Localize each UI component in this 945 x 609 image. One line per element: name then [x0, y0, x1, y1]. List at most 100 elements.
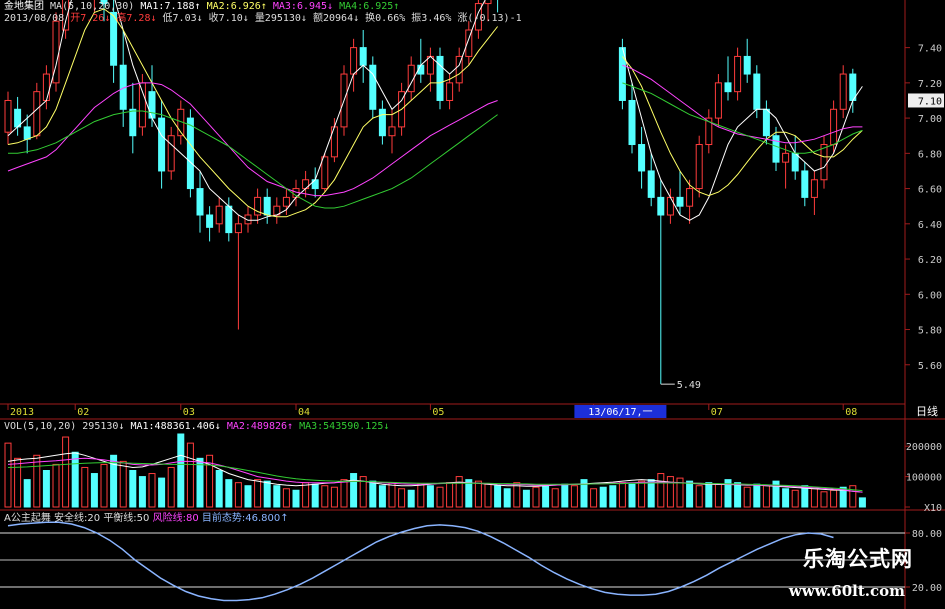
risk-line-label: 风险线:80	[152, 513, 199, 524]
close-value: 收7.10↓	[208, 13, 249, 24]
price-tick-label: 7.20	[918, 79, 942, 90]
candle-body	[839, 73, 847, 110]
volume-value: 量295130↓	[254, 13, 307, 24]
candle-body	[148, 91, 156, 119]
volume-bar	[830, 489, 838, 508]
min-price-label: 5.49	[677, 380, 701, 391]
volume-bar	[330, 486, 338, 508]
candle-body	[388, 126, 396, 137]
ma-label: MA(5,10,20,30)	[50, 1, 135, 12]
volume-bar	[282, 488, 290, 508]
volume-bar	[820, 491, 828, 508]
volume-bar	[167, 466, 175, 508]
amplitude-value: 振3.46%	[411, 13, 452, 24]
candle-body	[666, 196, 674, 216]
volume-header: VOL(5,10,20) 295130↓ MA1:488361.406↓ MA2…	[4, 421, 389, 433]
volume-bar	[388, 482, 396, 508]
candle-body	[158, 117, 166, 172]
volume-bar	[849, 485, 857, 508]
volume-bar	[801, 485, 809, 508]
volume-tick-label: 100000	[906, 473, 942, 484]
price-tick-label: 6.00	[918, 290, 942, 301]
volume-bar	[436, 486, 444, 508]
price-tick-label: 5.60	[918, 361, 942, 372]
candle-body	[830, 108, 838, 146]
candle-body	[129, 108, 137, 137]
candle-body	[686, 188, 694, 207]
volume-bar	[426, 485, 434, 508]
candle-body	[321, 156, 329, 190]
volume-bar	[311, 483, 319, 508]
volume-tick-label: X10	[924, 503, 942, 514]
volume-bar	[647, 479, 655, 508]
volume-bar	[503, 488, 511, 508]
volume-bar	[4, 442, 12, 508]
volume-bar	[158, 477, 166, 508]
candle-body	[263, 196, 271, 216]
candle-body	[446, 82, 454, 101]
volume-bar	[561, 483, 569, 508]
candle-body	[724, 82, 732, 93]
date-tick-label: 02	[77, 407, 89, 418]
indicator-tick-label: 20.00	[912, 583, 942, 594]
volume-bar	[14, 457, 22, 508]
volume-bar	[23, 479, 31, 508]
volume-bar	[743, 486, 751, 508]
candle-body	[225, 205, 233, 234]
volume-bar	[369, 480, 377, 508]
date-tick-label: 04	[298, 407, 310, 418]
volume-bar	[302, 482, 310, 508]
period-label: 日线	[916, 404, 938, 418]
price-tick-label: 6.60	[918, 185, 942, 196]
volume-bar	[542, 485, 550, 508]
volume-bar	[474, 480, 482, 508]
volume-tick-label: 200000	[906, 442, 942, 453]
volume-bar	[196, 457, 204, 508]
vol-ma2: MA2:489826↑	[226, 421, 294, 432]
price-tick-label: 7.00	[918, 114, 942, 125]
candle-body	[359, 47, 367, 66]
candle-body	[196, 188, 204, 216]
candle-body	[849, 73, 857, 101]
volume-bar	[782, 488, 790, 508]
candle-body	[714, 82, 722, 119]
volume-bar	[90, 473, 98, 508]
candle-body	[638, 144, 646, 172]
volume-bar	[753, 483, 761, 508]
volume-bar	[590, 488, 598, 508]
volume-bar	[522, 489, 530, 508]
bar-date: 2013/08/08	[4, 13, 65, 24]
volume-bar	[417, 483, 425, 508]
stock-name: 金地集团	[4, 1, 44, 12]
candle-body	[215, 205, 223, 225]
volume-bar	[138, 476, 146, 508]
change-value: 涨(-0.13)-1	[457, 13, 522, 24]
candle-body	[676, 196, 684, 207]
price-tick-label: 5.80	[918, 326, 942, 337]
indicator-name: A公主起舞	[4, 513, 51, 524]
candle-body	[138, 82, 146, 128]
vol-label: VOL(5,10,20)	[4, 421, 77, 432]
volume-bar	[532, 486, 540, 508]
watermark-site: www.60lt.com	[788, 582, 905, 600]
candle-body	[282, 196, 290, 207]
volume-bar	[62, 436, 70, 508]
candle-body	[4, 99, 12, 133]
candle-body	[378, 108, 386, 137]
candle-body	[791, 152, 799, 172]
volume-bar	[484, 483, 492, 508]
candle-body	[820, 144, 828, 181]
candle-body	[33, 91, 41, 137]
volume-bar	[71, 451, 79, 508]
ma3-value: MA3:6.945↓	[272, 1, 334, 12]
volume-bar	[695, 485, 703, 508]
volume-bar	[42, 470, 50, 508]
turnover-value: 换0.66%	[365, 13, 406, 24]
candle-body	[206, 214, 214, 228]
candle-body	[23, 126, 31, 140]
volume-bar	[638, 480, 646, 508]
candle-body	[14, 108, 22, 128]
volume-bar	[225, 479, 233, 508]
volume-bar	[570, 485, 578, 508]
candle-body	[186, 117, 194, 190]
